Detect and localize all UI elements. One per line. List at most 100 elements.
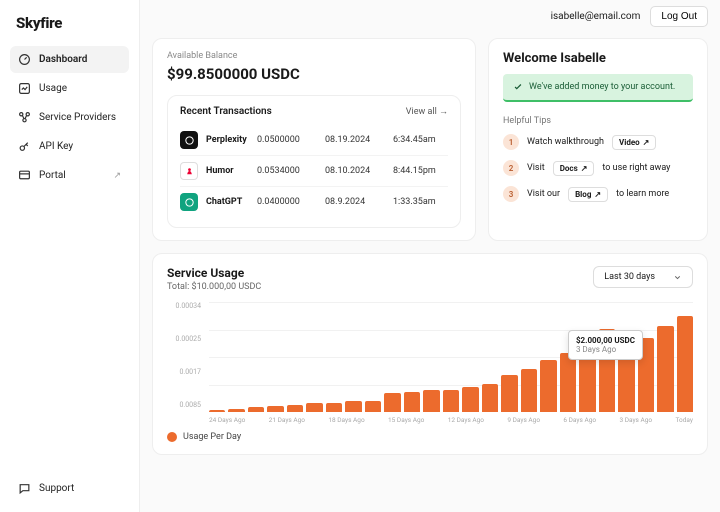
- tip-pre: Visit our: [527, 189, 560, 199]
- service-icon: [180, 162, 198, 180]
- balance-label: Available Balance: [167, 51, 461, 61]
- service-usage-title: Service Usage: [167, 266, 261, 280]
- tip-link[interactable]: Blog ↗: [568, 187, 608, 202]
- tip-pre: Visit: [527, 163, 545, 173]
- key-icon: [18, 140, 31, 153]
- sidebar-item-portal[interactable]: Portal ↗: [10, 162, 129, 189]
- date-range-label: Last 30 days: [604, 272, 655, 282]
- tooltip-value: $2.000,00 USDC: [576, 336, 635, 345]
- gauge-icon: [18, 53, 31, 66]
- transaction-name: Humor: [206, 166, 249, 176]
- transaction-amount: 0.0534000: [257, 166, 317, 176]
- chart-bar[interactable]: [404, 392, 420, 412]
- x-tick: [438, 416, 445, 424]
- tip-row: 1Watch walkthroughVideo ↗: [503, 134, 693, 150]
- tip-link[interactable]: Docs ↗: [553, 161, 595, 176]
- chart-bar[interactable]: [521, 369, 537, 412]
- x-tick: Today: [675, 416, 693, 424]
- sidebar-item-dashboard[interactable]: Dashboard: [10, 46, 129, 73]
- external-icon: ↗: [113, 171, 121, 181]
- chart-bar[interactable]: [365, 401, 381, 412]
- chart-bar[interactable]: [345, 401, 361, 412]
- chart-tooltip: $2.000,00 USDC 3 Days Ago: [568, 330, 643, 360]
- transaction-amount: 0.0400000: [257, 197, 317, 207]
- date-range-select[interactable]: Last 30 days: [593, 266, 693, 288]
- external-icon: ↗: [594, 190, 601, 199]
- brand-logo: Skyfire: [16, 14, 123, 32]
- x-tick: 21 Days Ago: [269, 416, 305, 424]
- x-tick: [318, 416, 325, 424]
- sidebar-nav: Dashboard Usage Service Providers API Ke…: [10, 46, 129, 475]
- chart-bar[interactable]: [287, 405, 303, 412]
- x-tick: [248, 416, 255, 424]
- x-tick: [609, 416, 616, 424]
- welcome-title: Welcome Isabelle: [503, 51, 693, 66]
- chart-bar[interactable]: [326, 403, 342, 412]
- sidebar-item-label: Service Providers: [39, 112, 116, 123]
- y-tick: 0.00034: [176, 302, 201, 310]
- service-usage-card: Service Usage Total: $10.000,00 USDC Las…: [152, 253, 708, 455]
- portal-icon: [18, 169, 31, 182]
- chart-bar[interactable]: [657, 326, 673, 412]
- chart-bar[interactable]: [228, 409, 244, 412]
- tip-link[interactable]: Video ↗: [612, 135, 656, 150]
- logout-button[interactable]: Log Out: [650, 6, 708, 27]
- chart-bar[interactable]: [248, 407, 264, 412]
- welcome-card: Welcome Isabelle We've added money to yo…: [488, 38, 708, 241]
- chart-bar[interactable]: [443, 390, 459, 412]
- chevron-down-icon: [673, 273, 682, 282]
- sidebar-item-label: API Key: [39, 141, 73, 152]
- view-all-link[interactable]: View all →: [406, 106, 448, 117]
- sidebar-item-usage[interactable]: Usage: [10, 75, 129, 102]
- chart-bar[interactable]: [540, 360, 556, 413]
- transaction-date: 08.9.2024: [325, 197, 385, 207]
- transaction-time: 6:34.45am: [393, 135, 448, 145]
- chart-bar[interactable]: [501, 375, 517, 412]
- chart-bar[interactable]: [560, 353, 576, 412]
- tips-label: Helpful Tips: [503, 116, 693, 126]
- chart-bar[interactable]: [267, 406, 283, 412]
- transaction-name: Perplexity: [206, 135, 249, 145]
- connections-icon: [18, 111, 31, 124]
- x-tick: 3 Days Ago: [619, 416, 652, 424]
- x-tick: [427, 416, 434, 424]
- transaction-row[interactable]: Perplexity0.050000008.19.20246:34.45am: [180, 125, 448, 155]
- chart-y-axis: 0.000340.000250.00170.0085: [167, 302, 201, 412]
- chat-icon: [18, 482, 31, 495]
- sidebar-item-service-providers[interactable]: Service Providers: [10, 104, 129, 131]
- transaction-row[interactable]: Humor 0.0534000 08.10.2024 8:44.15pm: [180, 155, 448, 186]
- transaction-row[interactable]: ChatGPT0.040000008.9.20241:33.35am: [180, 186, 448, 217]
- tip-post: to use right away: [602, 163, 670, 173]
- sidebar-item-label: Portal: [39, 170, 66, 181]
- chart-bar[interactable]: [209, 410, 225, 412]
- balance-card: Available Balance $99.8500000 USDC Recen…: [152, 38, 476, 241]
- check-icon: [513, 82, 523, 92]
- tip-number: 2: [503, 160, 519, 176]
- chart-plot: $2.000,00 USDC 3 Days Ago 24 Days Ago21 …: [209, 302, 693, 424]
- transaction-date: 08.10.2024: [325, 166, 385, 176]
- chart-bar[interactable]: [677, 316, 693, 412]
- tip-number: 3: [503, 186, 519, 202]
- x-tick: [368, 416, 375, 424]
- y-tick: 0.0017: [179, 368, 201, 376]
- transaction-amount: 0.0500000: [257, 135, 317, 145]
- sidebar-item-api-key[interactable]: API Key: [10, 133, 129, 160]
- chart-bar[interactable]: [423, 390, 439, 412]
- view-all-label: View all: [406, 107, 437, 117]
- transaction-time: 8:44.15pm: [393, 166, 448, 176]
- chart-bar[interactable]: [306, 403, 322, 412]
- chart-bar[interactable]: [462, 387, 478, 412]
- chart-bar[interactable]: [482, 384, 498, 412]
- x-tick: 15 Days Ago: [388, 416, 424, 424]
- chart-icon: [18, 82, 31, 95]
- x-tick: 6 Days Ago: [563, 416, 596, 424]
- transaction-name: ChatGPT: [206, 197, 249, 207]
- banner-text: We've added money to your account.: [529, 82, 675, 92]
- sidebar-item-support[interactable]: Support: [10, 475, 129, 502]
- x-tick: [543, 416, 550, 424]
- x-tick: [308, 416, 315, 424]
- external-icon: ↗: [643, 138, 650, 147]
- x-tick: [378, 416, 385, 424]
- chart-bar[interactable]: [384, 393, 400, 412]
- x-tick: 9 Days Ago: [507, 416, 540, 424]
